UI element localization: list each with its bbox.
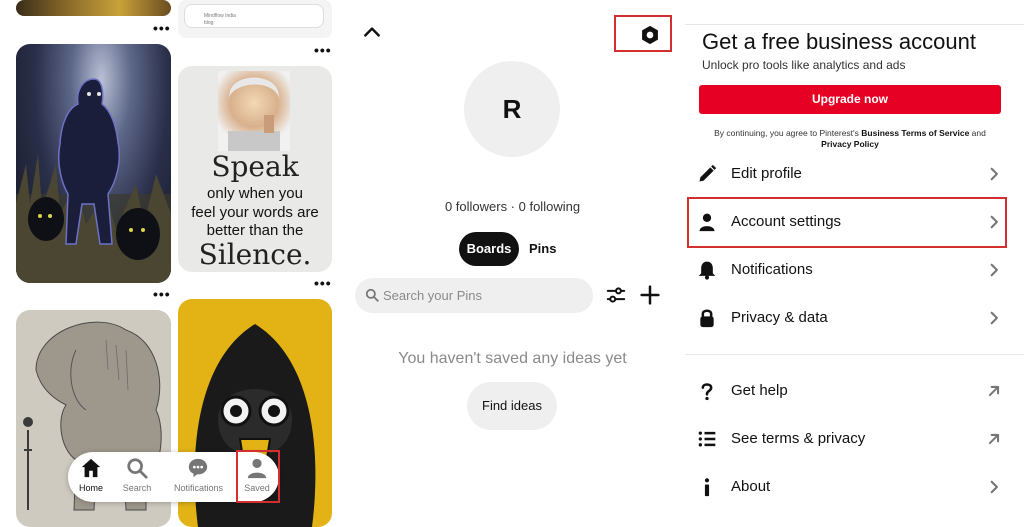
business-account-subtitle: Unlock pro tools like analytics and ads bbox=[702, 58, 906, 72]
chevron-right-icon bbox=[990, 480, 998, 494]
tab-pins[interactable]: Pins bbox=[529, 232, 556, 266]
pin-more-button[interactable]: ••• bbox=[314, 276, 332, 290]
quote-line: feel your words are bbox=[191, 204, 319, 221]
plus-icon[interactable] bbox=[640, 285, 660, 305]
chevron-right-icon bbox=[990, 311, 998, 325]
question-icon bbox=[701, 383, 713, 401]
bell-icon bbox=[698, 261, 716, 280]
settings-row-label: Get help bbox=[731, 382, 788, 399]
pin-image-top-left[interactable] bbox=[16, 0, 171, 16]
settings-row-label: Notifications bbox=[731, 261, 813, 278]
external-link-arrow-icon bbox=[988, 433, 1000, 445]
followers-following-count[interactable]: 0 followers · 0 following bbox=[340, 199, 685, 214]
search-icon bbox=[365, 288, 379, 302]
settings-row-privacy-data[interactable]: Privacy & data bbox=[685, 297, 1024, 341]
divider bbox=[685, 24, 1024, 25]
home-feed-panel: ••• Mindflow India blog ••• ••• Speak on… bbox=[0, 0, 340, 527]
chat-bubble-icon bbox=[188, 458, 208, 478]
pin-card-top-right[interactable]: Mindflow India blog bbox=[178, 0, 332, 38]
settings-row-label: Edit profile bbox=[731, 165, 802, 182]
find-ideas-button[interactable]: Find ideas bbox=[467, 382, 557, 430]
filter-sliders-icon[interactable] bbox=[606, 286, 626, 304]
lock-icon bbox=[700, 309, 714, 328]
pin-mini-title: Mindflow India bbox=[204, 13, 236, 19]
search-pins-field bbox=[355, 278, 593, 313]
pin-image-quote[interactable]: Speak only when you feel your words are … bbox=[178, 66, 332, 272]
tab-boards[interactable]: Boards bbox=[459, 232, 519, 266]
search-input[interactable] bbox=[383, 278, 583, 313]
privacy-policy-link[interactable]: Privacy Policy bbox=[821, 139, 879, 149]
nav-search[interactable]: Search bbox=[114, 457, 160, 493]
quote-line: Silence. bbox=[198, 238, 312, 271]
search-icon bbox=[127, 458, 148, 479]
settings-panel: Get a free business account Unlock pro t… bbox=[685, 0, 1024, 527]
profile-panel: R 0 followers · 0 following Boards Pins … bbox=[340, 0, 685, 527]
list-icon bbox=[698, 431, 716, 447]
settings-row-get-help[interactable]: Get help bbox=[685, 370, 1024, 414]
settings-row-label: About bbox=[731, 478, 771, 495]
terms-prefix: By continuing, you agree to Pinterest's bbox=[714, 128, 862, 138]
settings-row-label: See terms & privacy bbox=[731, 430, 866, 447]
settings-row-about[interactable]: About bbox=[685, 466, 1024, 510]
nav-home[interactable]: Home bbox=[68, 457, 114, 493]
portrait-photo bbox=[218, 71, 290, 151]
nav-notifications-label: Notifications bbox=[174, 483, 224, 493]
settings-row-notifications[interactable]: Notifications bbox=[685, 249, 1024, 293]
settings-row-label: Privacy & data bbox=[731, 309, 828, 326]
gear-icon[interactable] bbox=[640, 25, 660, 45]
pin-more-button[interactable]: ••• bbox=[314, 43, 332, 57]
quote-line: Speak bbox=[211, 150, 299, 183]
external-link-arrow-icon bbox=[988, 385, 1000, 397]
account-settings-highlight-box bbox=[687, 197, 1007, 248]
terms-of-service-link[interactable]: Business Terms of Service bbox=[861, 128, 969, 138]
terms-and: and bbox=[969, 128, 986, 138]
upgrade-now-button[interactable]: Upgrade now bbox=[699, 85, 1001, 114]
saved-highlight-box bbox=[236, 450, 280, 503]
pin-mini-subtitle: blog bbox=[204, 20, 214, 26]
quote-line: only when you bbox=[207, 185, 303, 202]
nav-home-label: Home bbox=[78, 483, 103, 493]
nav-search-label: Search bbox=[122, 483, 152, 493]
divider bbox=[685, 354, 1024, 355]
home-icon bbox=[81, 458, 101, 478]
pin-more-button[interactable]: ••• bbox=[153, 287, 171, 301]
chevron-right-icon bbox=[990, 263, 998, 277]
empty-state-message: You haven't saved any ideas yet bbox=[398, 350, 627, 367]
business-account-title: Get a free business account bbox=[702, 29, 976, 54]
settings-row-terms-privacy[interactable]: See terms & privacy bbox=[685, 418, 1024, 462]
panther-illustration bbox=[16, 78, 171, 283]
settings-row-edit-profile[interactable]: Edit profile bbox=[685, 153, 1024, 197]
pin-more-button[interactable]: ••• bbox=[153, 21, 171, 35]
pin-image-panther[interactable] bbox=[16, 44, 171, 283]
avatar[interactable]: R bbox=[464, 61, 560, 157]
pencil-icon bbox=[699, 164, 717, 182]
nav-notifications[interactable]: Notifications bbox=[174, 457, 224, 493]
chevron-up-icon[interactable] bbox=[362, 22, 382, 42]
info-icon bbox=[704, 478, 710, 497]
business-terms-text: By continuing, you agree to Pinterest's … bbox=[699, 128, 1001, 150]
chevron-right-icon bbox=[990, 167, 998, 181]
